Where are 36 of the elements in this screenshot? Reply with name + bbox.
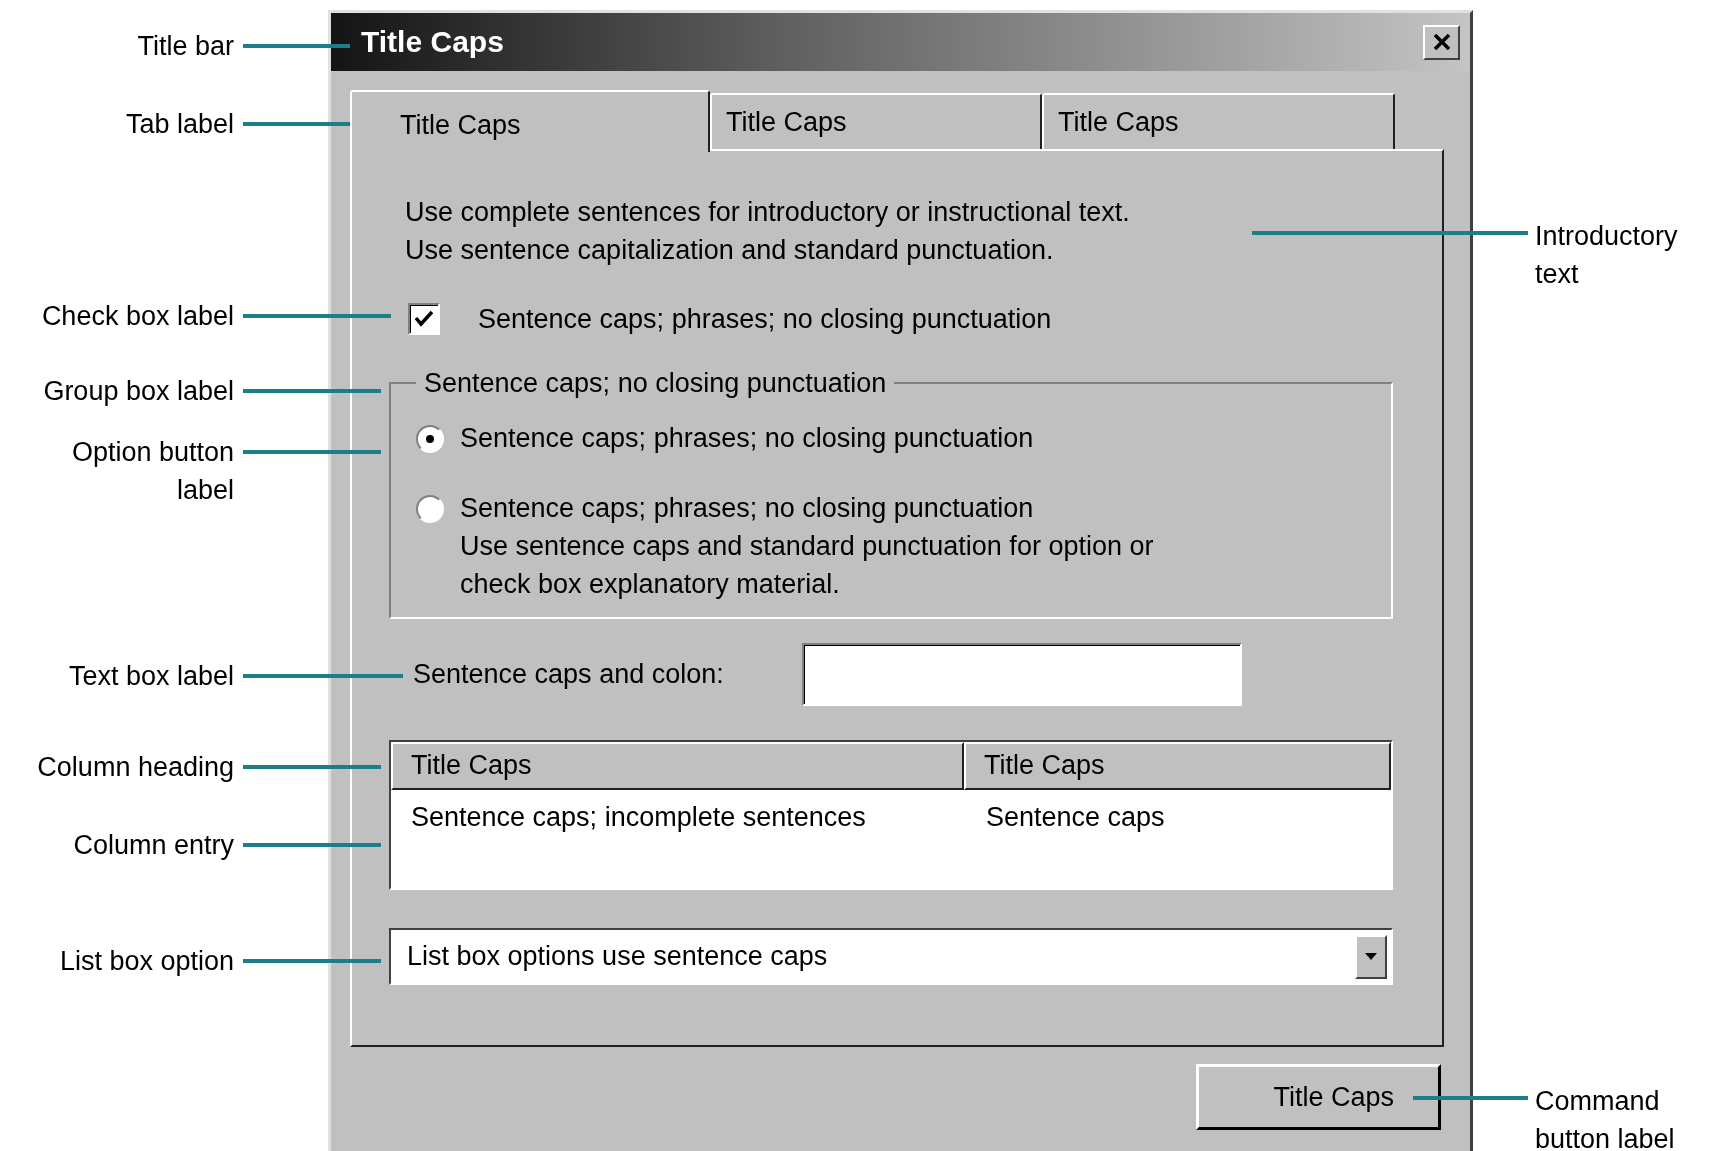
dropdown-button[interactable] bbox=[1355, 934, 1387, 979]
radio-button[interactable] bbox=[416, 425, 444, 453]
callout-label: Group box label bbox=[43, 375, 234, 408]
table-cell-text: Sentence caps; incomplete sentences bbox=[410, 801, 867, 833]
input-field[interactable] bbox=[801, 643, 1242, 706]
radio-button[interactable] bbox=[416, 495, 444, 523]
text-box-label: Sentence caps and colon: bbox=[413, 659, 724, 690]
column-heading[interactable]: Title Caps bbox=[391, 742, 964, 790]
callout-label: Title bar bbox=[137, 30, 234, 63]
command-button[interactable]: Title Caps bbox=[1196, 1064, 1441, 1130]
checkbox-label: Sentence caps; phrases; no closing punctuation bbox=[478, 303, 1052, 335]
callout-label: Option button label bbox=[71, 436, 234, 507]
callout-label: Text box label bbox=[68, 660, 234, 693]
callout-label: Introductory text bbox=[1535, 220, 1678, 291]
table-cell-text: Sentence caps bbox=[985, 801, 1166, 833]
group-box-label: Sentence caps; no closing punctuation bbox=[423, 367, 888, 399]
dropdown-field[interactable]: List box options use sentence caps bbox=[389, 928, 1393, 985]
callout-label: Command button label bbox=[1535, 1085, 1675, 1151]
option-label: Sentence caps; phrases; no closing punctuation bbox=[460, 422, 1034, 455]
tab[interactable]: Title Caps bbox=[350, 90, 710, 152]
option-label: Sentence caps; phrases; no closing punctuation bbox=[460, 492, 1035, 525]
tab[interactable]: Title Caps bbox=[1042, 93, 1395, 149]
close-button[interactable] bbox=[1423, 24, 1460, 60]
callout-label: Column entry bbox=[73, 829, 234, 862]
option-description: Use sentence caps and standard punctuation for option or check box explanatory material. bbox=[460, 530, 1154, 601]
introductory-text: Use complete sentences for introductory or instructional text. Use sentence capitalization and standard punctuation. bbox=[405, 196, 1130, 267]
callout-label: Check box label bbox=[41, 300, 234, 333]
callout-label: List box option bbox=[59, 945, 234, 978]
column-heading[interactable]: Title Caps bbox=[964, 742, 1391, 790]
caret-icon bbox=[1365, 953, 1377, 960]
callout-label: Column heading bbox=[37, 751, 234, 784]
close-icon bbox=[1431, 32, 1452, 52]
checkbox[interactable] bbox=[408, 303, 440, 335]
window-title: Title Caps bbox=[361, 25, 504, 59]
callout-label: Tab label bbox=[125, 108, 234, 141]
tab[interactable]: Title Caps bbox=[710, 93, 1042, 149]
